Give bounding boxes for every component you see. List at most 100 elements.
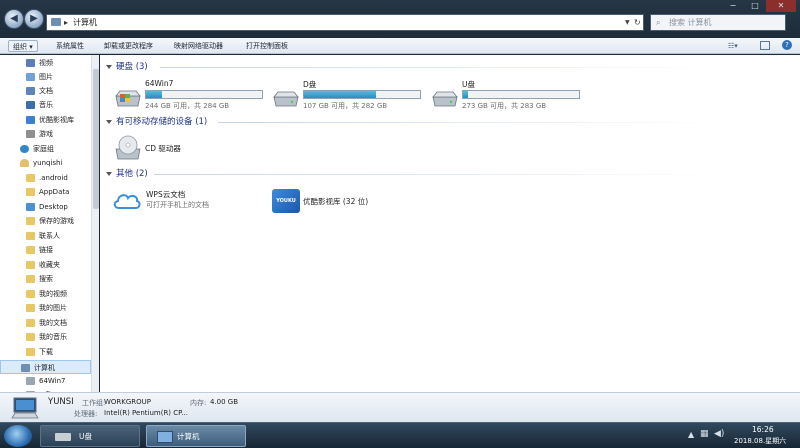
nav-scrollbar-thumb[interactable] <box>93 69 99 209</box>
computer-icon <box>157 431 173 443</box>
breadcrumb[interactable]: 计算机 <box>73 15 97 30</box>
nav-item-pictures[interactable]: 图片 <box>0 70 91 84</box>
cloud-icon <box>113 194 141 209</box>
nav-item-links[interactable]: 链接 <box>0 243 91 257</box>
nav-item-64win7[interactable]: 64Win7 <box>0 374 91 388</box>
view-options-icon[interactable]: ☷▾ <box>728 40 738 52</box>
group-header-other[interactable]: 其他 (2) <box>106 168 148 180</box>
group-title: 有可移动存储的设备 (1) <box>116 117 208 127</box>
nav-item-desktop[interactable]: Desktop <box>0 200 91 214</box>
desktop-icon <box>26 203 35 211</box>
youku-library-icon <box>26 116 35 124</box>
address-bar[interactable]: ▸ 计算机 ▼ ↻ <box>46 14 644 31</box>
group-header-removable[interactable]: 有可移动存储的设备 (1) <box>106 116 207 128</box>
maximize-button[interactable]: □ <box>744 0 766 12</box>
back-button[interactable]: ◀ <box>4 9 24 29</box>
nav-item-my-documents[interactable]: 我的文档 <box>0 316 91 330</box>
drive-item-cd[interactable]: CD 驱动器 <box>114 133 234 167</box>
nav-item-homegroup[interactable]: 家庭组 <box>0 142 91 156</box>
item-youku-library[interactable]: YOUKU 优酷影视库 (32 位) <box>272 187 422 221</box>
nav-item-games[interactable]: 游戏 <box>0 127 91 141</box>
nav-item-searches[interactable]: 搜索 <box>0 272 91 286</box>
drive-icon <box>432 91 458 107</box>
address-dropdown-icon[interactable]: ▼ <box>625 15 630 30</box>
drive-icon <box>55 433 71 441</box>
nav-item-music[interactable]: 音乐 <box>0 98 91 112</box>
nav-label: yunqishi <box>33 159 63 167</box>
drive-usage-bar <box>462 90 580 99</box>
drive-item-64win7[interactable]: 64Win7 244 GB 可用，共 284 GB <box>114 79 269 113</box>
nav-label: 图片 <box>39 73 53 81</box>
nav-label: 游戏 <box>39 130 53 138</box>
nav-item-my-music[interactable]: 我的音乐 <box>0 330 91 344</box>
drive-capacity: 273 GB 可用，共 283 GB <box>462 102 547 110</box>
minimize-button[interactable]: − <box>722 0 744 12</box>
nav-scrollbar[interactable] <box>91 55 99 392</box>
nav-item-contacts[interactable]: 联系人 <box>0 229 91 243</box>
nav-item-computer[interactable]: 计算机 <box>0 360 91 374</box>
games-icon <box>26 130 35 138</box>
network-icon[interactable]: ▦ <box>700 429 709 439</box>
taskbar-item-u-drive[interactable]: U盘 <box>40 425 140 447</box>
taskbar-item-computer[interactable]: 计算机 <box>146 425 246 447</box>
nav-item-my-pictures[interactable]: 我的图片 <box>0 301 91 315</box>
help-icon[interactable]: ? <box>782 40 792 50</box>
documents-icon <box>26 87 35 95</box>
folder-icon <box>26 174 35 182</box>
clock-date[interactable]: 2018.08.星期六 <box>734 436 786 446</box>
uninstall-program-button[interactable]: 卸载或更改程序 <box>104 40 153 52</box>
drive-item-u[interactable]: U盘 273 GB 可用，共 283 GB <box>431 79 586 113</box>
memory-label: 内存: <box>190 399 207 407</box>
group-divider <box>154 174 720 175</box>
content-pane: 硬盘 (3) 64Win7 244 GB 可用，共 284 GB D盘 107 … <box>100 55 800 392</box>
nav-label: Desktop <box>39 203 68 211</box>
nav-label: 我的文档 <box>39 319 67 327</box>
folder-icon <box>26 333 35 341</box>
nav-item-documents[interactable]: 文档 <box>0 84 91 98</box>
nav-item-youku-library[interactable]: 优酷影视库 <box>0 113 91 127</box>
item-wps-cloud[interactable]: WPS云文档 可打开手机上的文档 <box>112 187 262 221</box>
group-header-hdd[interactable]: 硬盘 (3) <box>106 61 148 73</box>
map-network-drive-button[interactable]: 映射网络驱动器 <box>174 40 223 52</box>
folder-icon <box>26 290 35 298</box>
drive-icon <box>26 377 35 385</box>
nav-item-favorites[interactable]: 收藏夹 <box>0 258 91 272</box>
cd-drive-icon <box>115 135 141 160</box>
nav-item-downloads[interactable]: 下载 <box>0 345 91 359</box>
nav-item-saved-games[interactable]: 保存的游戏 <box>0 214 91 228</box>
open-control-panel-button[interactable]: 打开控制面板 <box>246 40 288 52</box>
nav-item-videos[interactable]: 视频 <box>0 56 91 70</box>
organize-button[interactable]: 组织 ▾ <box>8 40 38 52</box>
nav-label: 家庭组 <box>33 145 54 153</box>
nav-item-my-videos[interactable]: 我的视频 <box>0 287 91 301</box>
command-bar: 组织 ▾ 系统属性 卸载或更改程序 映射网络驱动器 打开控制面板 ☷▾ ? <box>0 38 800 54</box>
close-button[interactable]: ✕ <box>766 0 796 12</box>
drive-name: 64Win7 <box>145 79 174 88</box>
refresh-icon[interactable]: ↻ <box>634 15 641 30</box>
drive-name: D盘 <box>303 80 317 89</box>
collapse-icon <box>106 171 112 176</box>
preview-pane-icon[interactable] <box>760 41 770 50</box>
forward-button[interactable]: ▶ <box>24 9 44 29</box>
nav-item-user-folder[interactable]: yunqishi <box>0 156 91 170</box>
homegroup-icon <box>20 145 29 153</box>
drive-usage-fill <box>463 91 468 98</box>
start-button[interactable] <box>4 425 32 447</box>
folder-icon <box>26 261 35 269</box>
volume-icon[interactable]: ◀) <box>714 429 724 439</box>
task-label: U盘 <box>79 432 92 441</box>
nav-item-appdata[interactable]: AppData <box>0 185 91 199</box>
title-bar: ◀ ▶ ▸ 计算机 ▼ ↻ ⌕ 搜索 计算机 − □ ✕ <box>0 0 800 38</box>
nav-label: 下载 <box>39 348 53 356</box>
drive-usage-fill <box>146 91 163 98</box>
nav-label: 搜索 <box>39 275 53 283</box>
folder-icon <box>26 188 35 196</box>
videos-icon <box>26 59 35 67</box>
collapse-icon <box>106 119 112 124</box>
drive-item-d[interactable]: D盘 107 GB 可用，共 282 GB <box>272 79 427 113</box>
search-input[interactable]: ⌕ 搜索 计算机 <box>650 14 786 31</box>
tray-arrow-icon[interactable]: ▲ <box>688 430 694 439</box>
nav-item-android[interactable]: .android <box>0 171 91 185</box>
system-properties-button[interactable]: 系统属性 <box>56 40 84 52</box>
clock-time[interactable]: 16:26 <box>752 425 774 434</box>
